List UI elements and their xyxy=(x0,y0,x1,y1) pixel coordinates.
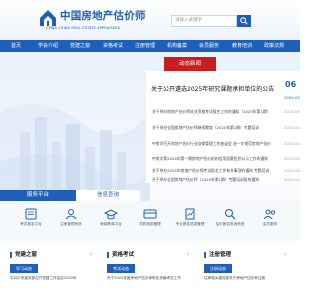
service-registration[interactable]: 注册管理系统 xyxy=(54,208,88,236)
section-tab[interactable]: 学习动态 xyxy=(10,264,38,273)
section-title: 注册管理 xyxy=(209,252,232,258)
more-icon[interactable]: › xyxy=(284,251,286,258)
service-report[interactable]: 专业报告信息管理 xyxy=(173,208,207,236)
headline-date: 2025-05 xyxy=(284,95,300,100)
service-education[interactable]: 继续教育平台 xyxy=(94,208,128,236)
news-date: 2025-05-06 xyxy=(284,109,300,114)
headline-day: 06 xyxy=(285,80,297,89)
news-row[interactable]: 关于举办全国房地产估价师继续教育（2025年第1期）专题培训 2025-04-2… xyxy=(152,125,300,133)
tab-info-query[interactable]: 信息查询 xyxy=(76,190,140,201)
news-row[interactable]: 关于举办全国房地产估价师（2025年第1期）专题培训班的通知 2025-04-1… xyxy=(152,177,300,185)
section-accent xyxy=(10,252,12,258)
section-exam: 资格考试 › 考试动态 关于2025年度房地产估价师职业资格考试工作 xyxy=(107,250,195,300)
logo-icon xyxy=(40,10,56,26)
section-accent xyxy=(204,252,206,258)
more-icon[interactable]: › xyxy=(187,251,189,258)
registration-icon xyxy=(65,209,77,220)
section-accent xyxy=(107,252,109,258)
nav-item-registration[interactable]: 注册管理 xyxy=(135,40,155,52)
query-icon xyxy=(225,209,236,220)
section-news-item[interactable]: 中共中央宣传部召开党建工作会议2025年 xyxy=(10,276,77,281)
news-date: 2025-04-28 xyxy=(284,125,300,130)
service-label: 注册管理系统 xyxy=(60,222,82,226)
service-credit[interactable]: 机构信用管理 xyxy=(133,208,167,236)
news-row[interactable]: 关于举办2025年房地产估价师考试报名工作有关事项的通知 专题培训 2025-0… xyxy=(152,168,300,176)
service-label: 机构信用管理 xyxy=(139,222,161,226)
member-icon xyxy=(263,209,276,220)
service-exam[interactable]: 考试报名平台 xyxy=(14,208,48,236)
section-title: 党建之窗 xyxy=(15,252,38,258)
news-title: 中房学召开房地产估价行业自律管理工作座谈会 进一步规范房地产估价 xyxy=(152,141,271,146)
section-registration: 注册管理 › 注册动态 住房城乡建设部关于房地产估价师注册 xyxy=(204,250,292,300)
site-logo-text: 中国房地产估价师 xyxy=(60,10,146,22)
service-label: 会员服务 xyxy=(262,222,278,226)
report-icon xyxy=(185,208,195,220)
nav-item-home[interactable]: 首页 xyxy=(11,40,21,52)
tab-news[interactable]: 动态新闻 xyxy=(164,57,216,71)
news-row[interactable]: 关于举办房地产估价师执业资格考试报名工作的通知（2025年第1期） 2025-0… xyxy=(152,109,300,117)
nav-item-party[interactable]: 党建之窗 xyxy=(70,40,90,52)
site-logo-subtext: CMBA CHINA REAL ESTATE APPRAISERS xyxy=(46,26,121,30)
more-icon[interactable]: › xyxy=(90,251,92,258)
nav-item-member[interactable]: 会员服务 xyxy=(199,40,219,52)
main-nav: 首页 学会介绍 党建之窗 资格考试 注册管理 机构备案 会员服务 教育培训 政策… xyxy=(0,40,300,52)
news-title: 关于举办2025年房地产估价师考试报名工作有关事项的通知 专题培训 xyxy=(152,168,270,173)
exam-icon xyxy=(25,208,37,220)
education-icon xyxy=(104,209,118,220)
news-title: 关于举办全国房地产估价师（2025年第1期）专题培训班的通知 xyxy=(152,177,259,182)
service-tabs: 服务平台 信息查询 xyxy=(0,190,145,201)
nav-item-policy[interactable]: 政策法规 xyxy=(264,40,284,52)
nav-item-exam[interactable]: 资格考试 xyxy=(103,40,123,52)
nav-item-about[interactable]: 学会介绍 xyxy=(38,40,58,52)
section-title: 资格考试 xyxy=(112,252,135,258)
search-icon xyxy=(240,17,248,25)
news-date: 2025-04-25 xyxy=(284,141,300,146)
news-date: 2025-04-15 xyxy=(284,177,300,182)
news-title: 关于举办房地产估价师执业资格考试报名工作的通知（2025年第1期） xyxy=(152,109,271,114)
service-query[interactable]: 估价报告查询系统 xyxy=(213,208,247,236)
header: 中国房地产估价师 CMBA CHINA REAL ESTATE APPRAISE… xyxy=(0,0,300,40)
news-title: 中房学第2024年第一期房地产估价机构信用档案信息公示工作的通知 xyxy=(152,156,268,161)
news-row[interactable]: 中房学召开房地产估价行业自律管理工作座谈会 进一步规范房地产估价 2025-04… xyxy=(152,141,300,149)
nav-item-training[interactable]: 教育培训 xyxy=(232,40,252,52)
section-tab[interactable]: 注册动态 xyxy=(204,264,232,273)
tab-service-platform[interactable]: 服务平台 xyxy=(0,190,76,201)
news-row[interactable]: 中房学第2024年第一期房地产估价机构信用档案信息公示工作的通知 2025-04… xyxy=(152,156,300,164)
service-label: 专业报告信息管理 xyxy=(175,222,205,226)
service-label: 继续教育平台 xyxy=(100,222,122,226)
service-member[interactable]: 会员服务 xyxy=(253,208,287,236)
section-tab[interactable]: 考试动态 xyxy=(107,264,135,273)
credit-icon xyxy=(143,209,157,219)
news-headline[interactable]: 关于公开遴选2025年研究课题承担单位的公告 xyxy=(151,84,274,93)
search-input[interactable]: 请输入关键字 xyxy=(171,15,237,27)
news-date: 2025-04-22 xyxy=(284,156,300,161)
news-date: 2025-04-18 xyxy=(284,168,300,173)
section-party: 党建之窗 › 学习动态 中共中央宣传部召开党建工作会议2025年 xyxy=(10,250,98,300)
service-label: 估价报告查询系统 xyxy=(215,222,245,226)
section-news-item[interactable]: 住房城乡建设部关于房地产估价师注册 xyxy=(204,276,265,281)
section-news-item[interactable]: 关于2025年度房地产估价师职业资格考试工作 xyxy=(107,276,181,281)
service-label: 考试报名平台 xyxy=(20,222,42,226)
nav-item-agency[interactable]: 机构备案 xyxy=(167,40,187,52)
news-title: 关于举办全国房地产估价师继续教育（2025年第1期）专题培训 xyxy=(152,125,259,130)
search-button[interactable] xyxy=(237,15,251,27)
